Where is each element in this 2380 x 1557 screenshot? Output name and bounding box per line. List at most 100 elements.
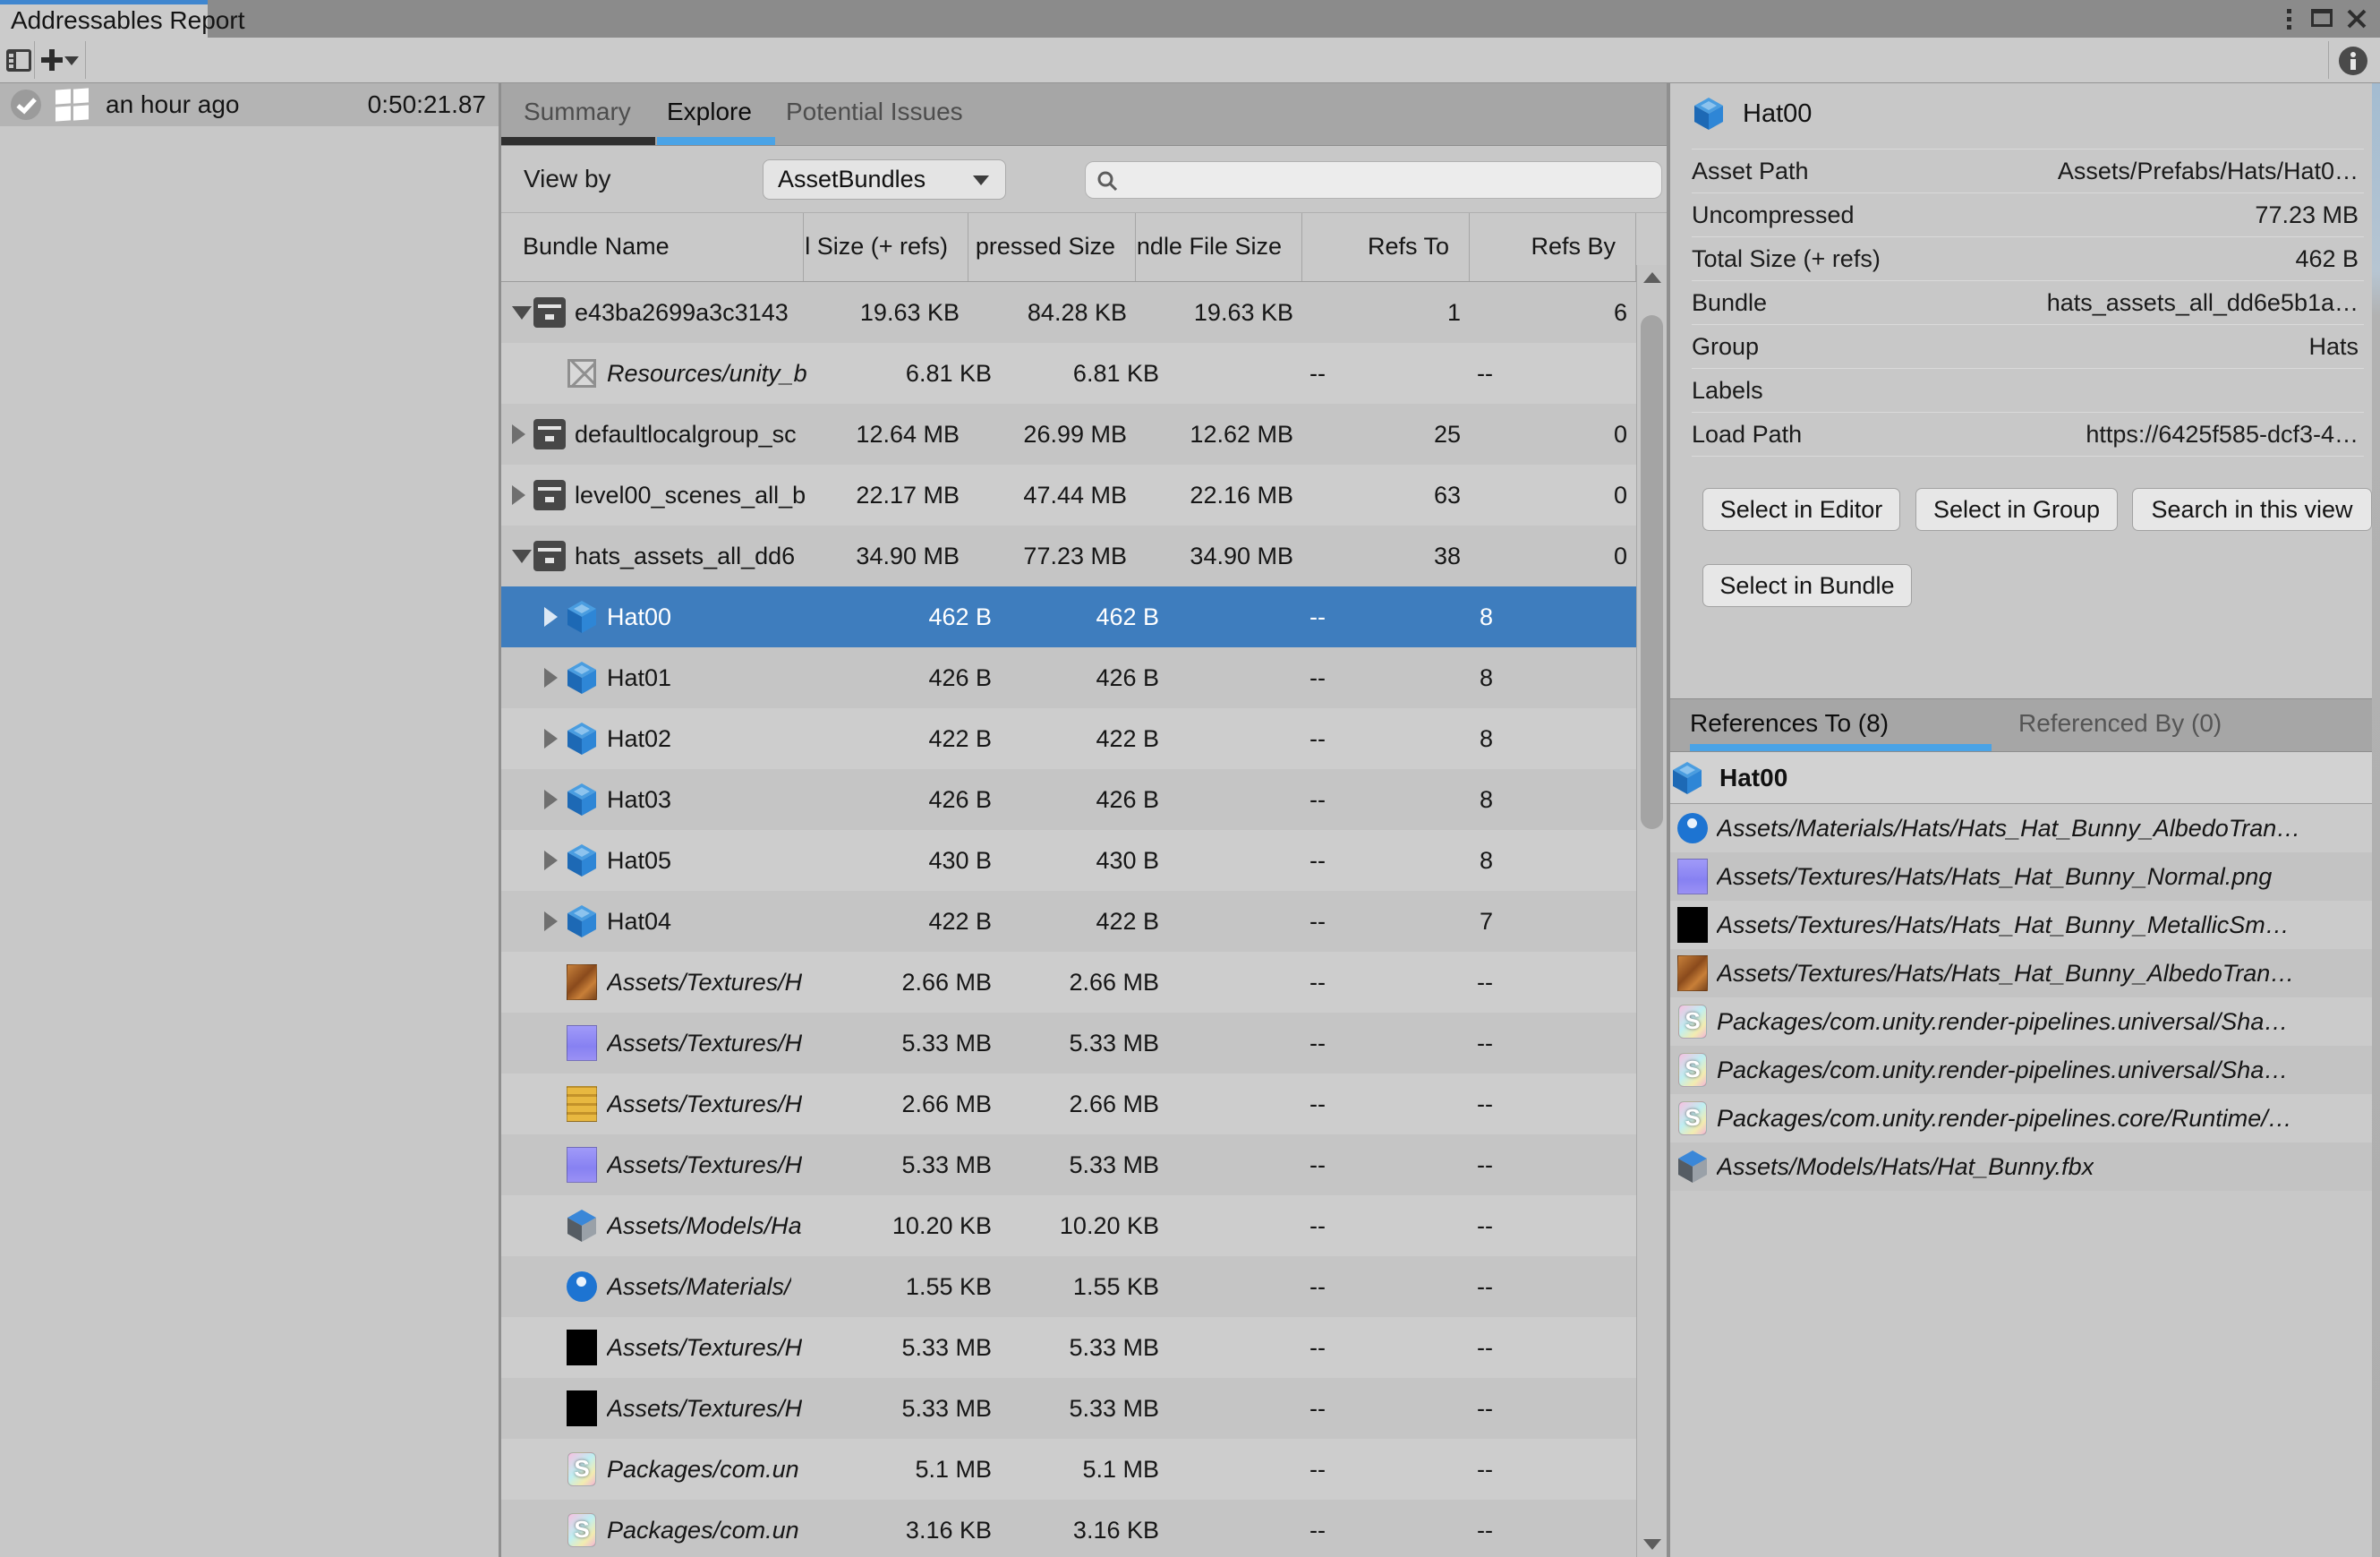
add-report-icon[interactable] <box>39 47 64 73</box>
bundle-name-cell: e43ba2699a3c3143 <box>501 282 815 343</box>
inspector-field-row: Load Pathhttps://6425f585-dcf3-4… <box>1692 412 2364 457</box>
table-row[interactable]: Assets/Textures/H5.33 MB5.33 MB----1 <box>501 1134 1636 1195</box>
column-header-3[interactable]: pressed Size <box>968 213 1136 281</box>
report-duration: 0:50:21.87 <box>368 90 486 119</box>
expand-icon[interactable] <box>512 424 533 444</box>
reference-row[interactable]: Assets/Materials/Hats/Hats_Hat_Bunny_Alb… <box>1670 804 2380 852</box>
prefab-icon <box>565 843 599 878</box>
reference-row[interactable]: Assets/Textures/Hats/Hats_Hat_Bunny_Albe… <box>1670 949 2380 997</box>
reference-row[interactable]: Assets/Textures/Hats/Hats_Hat_Bunny_Meta… <box>1670 901 2380 949</box>
scroll-up-icon[interactable] <box>1643 272 1661 283</box>
view-by-dropdown[interactable]: AssetBundles <box>763 159 1006 200</box>
row-value-cell: 426 B <box>847 786 1011 814</box>
summary-tab-underline <box>501 137 655 145</box>
reference-path: Assets/Materials/Hats/Hats_Hat_Bunny_Alb… <box>1717 815 2300 843</box>
reference-row[interactable]: Packages/com.unity.render-pipelines.univ… <box>1670 997 2380 1046</box>
button-select-in-editor[interactable]: Select in Editor <box>1702 488 1900 531</box>
prefab-icon <box>1670 760 1704 796</box>
table-scrollbar[interactable] <box>1636 265 1667 1557</box>
search-box[interactable] <box>1085 161 1662 199</box>
scrollbar-thumb[interactable] <box>1641 315 1663 829</box>
column-header-5[interactable]: Refs To <box>1302 213 1470 281</box>
table-row[interactable]: Hat05430 B430 B--80 <box>501 830 1636 891</box>
reference-row[interactable]: Packages/com.unity.render-pipelines.univ… <box>1670 1046 2380 1094</box>
report-list-item[interactable]: an hour ago 0:50:21.87 <box>0 83 499 126</box>
table-row[interactable]: defaultlocalgroup_sc12.64 MB26.99 MB12.6… <box>501 404 1636 465</box>
table-row[interactable]: Hat00462 B462 B--80 <box>501 586 1636 647</box>
table-row[interactable]: Hat03426 B426 B--80 <box>501 769 1636 830</box>
tab-referenced-by-0-[interactable]: Referenced By (0) <box>2018 699 2222 744</box>
reference-row[interactable]: Packages/com.unity.render-pipelines.core… <box>1670 1094 2380 1142</box>
toolbar-separator <box>2328 41 2329 79</box>
table-row[interactable]: Assets/Textures/H5.33 MB5.33 MB----1 <box>501 1317 1636 1378</box>
table-row[interactable]: Hat04422 B422 B--70 <box>501 891 1636 952</box>
table-row[interactable]: hats_assets_all_dd634.90 MB77.23 MB34.90… <box>501 526 1636 586</box>
row-value-cell: -- <box>1179 1456 1345 1484</box>
table-row[interactable]: Assets/Models/Ha10.20 KB10.20 KB----1 <box>501 1195 1636 1256</box>
maximize-icon[interactable] <box>2311 9 2333 27</box>
column-header-6[interactable]: Refs By <box>1470 213 1636 281</box>
row-value-cell: -- <box>1179 1030 1345 1057</box>
row-value-cell: 426 B <box>1011 664 1179 692</box>
table-row[interactable]: Hat01426 B426 B--80 <box>501 647 1636 708</box>
row-value-cell: -- <box>1345 1091 1513 1118</box>
field-key: Load Path <box>1692 421 1802 449</box>
toggle-sidebar-icon[interactable] <box>6 49 31 72</box>
bundle-name-cell: Packages/com.un <box>501 1439 847 1500</box>
row-value-cell: -- <box>1345 1212 1513 1240</box>
collapse-icon[interactable] <box>512 306 533 320</box>
button-select-in-group[interactable]: Select in Group <box>1915 488 2118 531</box>
expand-icon[interactable] <box>544 911 565 931</box>
button-select-in-bundle[interactable]: Select in Bundle <box>1702 564 1912 607</box>
inspector-field-row: Labels <box>1692 368 2364 412</box>
info-icon[interactable] <box>2339 47 2367 75</box>
table-row[interactable]: Assets/Textures/H2.66 MB2.66 MB----1 <box>501 952 1636 1013</box>
add-report-dropdown-icon[interactable] <box>64 56 79 65</box>
tab-summary[interactable]: Summary <box>524 83 631 138</box>
window-menu-icon[interactable] <box>2277 7 2300 30</box>
scroll-down-icon[interactable] <box>1643 1539 1661 1550</box>
references-list: Assets/Materials/Hats/Hats_Hat_Bunny_Alb… <box>1670 804 2380 1191</box>
row-value-cell: 422 B <box>847 908 1011 936</box>
expand-icon[interactable] <box>544 851 565 870</box>
row-value-cell: -- <box>1345 1395 1513 1423</box>
references-header-row[interactable]: Hat00 <box>1670 752 2380 804</box>
tab-references-to-8-[interactable]: References To (8) <box>1690 699 1889 744</box>
table-row[interactable]: Assets/Materials/1.55 KB1.55 KB----1 <box>501 1256 1636 1317</box>
table-row[interactable]: Packages/com.un3.16 KB3.16 KB----6 <box>501 1500 1636 1557</box>
bundle-icon <box>533 477 567 513</box>
column-header-2[interactable]: l Size (+ refs) <box>804 213 968 281</box>
row-value-cell: 1 <box>1513 1091 1636 1118</box>
reference-path: Packages/com.unity.render-pipelines.univ… <box>1717 1008 2288 1036</box>
table-row[interactable]: Hat02422 B422 B--80 <box>501 708 1636 769</box>
table-row[interactable]: Assets/Textures/H5.33 MB5.33 MB----1 <box>501 1378 1636 1439</box>
expand-icon[interactable] <box>512 485 533 505</box>
row-value-cell: -- <box>1179 969 1345 997</box>
column-header-1[interactable]: Bundle Name <box>501 213 804 281</box>
button-search-in-this-view[interactable]: Search in this view <box>2132 488 2372 531</box>
row-name-label: Hat00 <box>607 603 671 631</box>
expand-icon[interactable] <box>544 607 565 627</box>
table-row[interactable]: e43ba2699a3c314319.63 KB84.28 KB19.63 KB… <box>501 282 1636 343</box>
expand-icon[interactable] <box>544 668 565 688</box>
expand-icon[interactable] <box>544 729 565 749</box>
tab-potential-issues[interactable]: Potential Issues <box>786 83 963 138</box>
table-row[interactable]: Assets/Textures/H5.33 MB5.33 MB----1 <box>501 1013 1636 1074</box>
column-header-4[interactable]: ndle File Size <box>1136 213 1302 281</box>
close-icon[interactable] <box>2345 7 2368 30</box>
table-row[interactable]: level00_scenes_all_b22.17 MB47.44 MB22.1… <box>501 465 1636 526</box>
row-value-cell: 6.81 KB <box>847 360 1011 388</box>
material-icon <box>565 1269 599 1305</box>
reference-row[interactable]: Assets/Models/Hats/Hat_Bunny.fbx <box>1670 1142 2380 1191</box>
tab-explore[interactable]: Explore <box>667 83 752 138</box>
collapse-icon[interactable] <box>512 550 533 563</box>
table-row[interactable]: Resources/unity_b6.81 KB6.81 KB----0 <box>501 343 1636 404</box>
references-to-underline <box>1690 744 1992 751</box>
row-value-cell: 0 <box>1513 786 1636 814</box>
search-input[interactable] <box>1125 164 1648 196</box>
window-tab[interactable]: Addressables Report <box>0 0 208 38</box>
table-row[interactable]: Packages/com.un5.1 MB5.1 MB----6 <box>501 1439 1636 1500</box>
expand-icon[interactable] <box>544 790 565 809</box>
reference-row[interactable]: Assets/Textures/Hats/Hats_Hat_Bunny_Norm… <box>1670 852 2380 901</box>
table-row[interactable]: Assets/Textures/H2.66 MB2.66 MB----1 <box>501 1074 1636 1134</box>
